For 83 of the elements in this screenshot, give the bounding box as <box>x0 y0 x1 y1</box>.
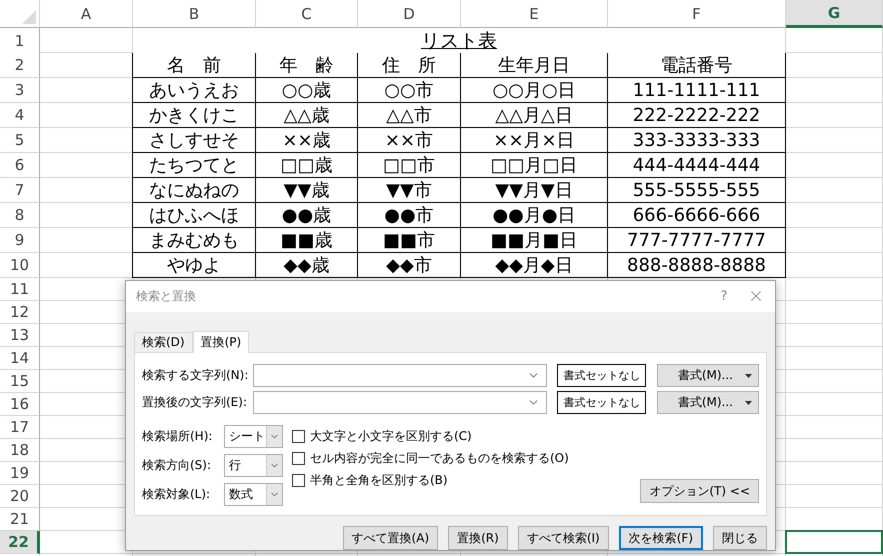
table-cell: ◆◆月◆日 <box>461 253 608 278</box>
column-label: 電話番号 <box>608 53 786 78</box>
input-field[interactable] <box>253 364 548 388</box>
table-cell: ○○歳 <box>256 78 358 103</box>
checkbox-label: 大文字と小文字を区別する(C) <box>310 428 472 445</box>
tab[interactable]: 置換(P) <box>192 331 250 354</box>
checkbox[interactable] <box>292 474 305 487</box>
dialog-title: 検索と置換 <box>136 288 197 305</box>
table-cell: ○○市 <box>358 78 461 103</box>
tab[interactable]: 検索(D) <box>134 332 193 352</box>
format-button[interactable]: 書式(M)... <box>657 391 759 414</box>
caret-icon <box>744 400 752 405</box>
table-cell: 333-3333-333 <box>608 128 786 153</box>
table-cell: 888-8888-8888 <box>608 253 786 278</box>
table-cell: あいうえお <box>132 78 256 103</box>
table-cell: ◆◆歳 <box>256 253 358 278</box>
active-cell[interactable] <box>785 530 883 554</box>
input-field[interactable] <box>253 391 548 414</box>
field-label: 置換後の文字列(E): <box>142 394 248 412</box>
caret-icon <box>744 374 752 378</box>
field-label: 検索する文字列(N): <box>142 367 250 384</box>
table-cell: ■■歳 <box>256 228 358 253</box>
table-cell: ●●歳 <box>256 203 358 228</box>
help-button[interactable]: ? <box>709 288 739 304</box>
table-cell: ▼▼月▼日 <box>461 178 608 203</box>
table-cell: たちつてと <box>132 153 256 178</box>
table-cell: 555-5555-555 <box>608 178 786 203</box>
table-cell: □□月□日 <box>461 153 608 178</box>
table-cell: △△月△日 <box>461 103 608 128</box>
checkbox[interactable] <box>292 430 305 443</box>
table-cell: まみむめも <box>132 228 256 253</box>
checkbox[interactable] <box>292 452 305 465</box>
table-cell: 111-1111-111 <box>608 78 786 103</box>
column-header[interactable]: G <box>786 0 883 28</box>
options-button[interactable]: オプション(T) << <box>640 479 759 504</box>
dropdown[interactable]: 数式 <box>224 483 283 506</box>
table-cell: なにぬねの <box>132 178 256 203</box>
dialog-button[interactable]: 置換(R) <box>448 526 508 550</box>
table-cell: △△市 <box>358 103 461 128</box>
format-preview: 書式セットなし <box>557 364 646 388</box>
table-cell: やゆよ <box>132 253 256 278</box>
table-cell: ××歳 <box>256 128 358 153</box>
row-header[interactable]: 2 <box>0 53 40 78</box>
table-cell: ●●市 <box>358 203 461 228</box>
format-preview: 書式セットなし <box>557 391 646 414</box>
table-cell: △△歳 <box>256 103 358 128</box>
row-header[interactable]: 1 <box>0 28 40 55</box>
sheet-title: リスト表 <box>133 28 786 55</box>
table-cell: はひふへほ <box>132 203 256 228</box>
dialog-button[interactable]: すべて検索(I) <box>518 526 609 550</box>
column-label: 生年月日 <box>461 53 608 78</box>
table-cell: ◆◆市 <box>358 253 461 278</box>
column-label: 住 所 <box>358 53 461 78</box>
table-cell: ○○月○日 <box>461 78 608 103</box>
column-label: 名 前 <box>132 53 256 78</box>
table-cell: 777-7777-7777 <box>608 228 786 253</box>
format-button[interactable]: 書式(M)... <box>657 364 759 388</box>
option-label: 検索対象(L): <box>142 486 212 504</box>
table-cell: 222-2222-222 <box>608 103 786 128</box>
dialog-button[interactable]: 次を検索(F) <box>618 526 703 550</box>
checkbox-label: セル内容が完全に同一であるものを検索する(O) <box>310 450 569 467</box>
dialog-button[interactable]: すべて置換(A) <box>342 526 438 550</box>
row-header[interactable]: 22 <box>0 531 40 554</box>
dialog-button[interactable]: 閉じる <box>713 526 767 550</box>
table-cell: ▼▼市 <box>358 178 461 203</box>
checkbox-label: 半角と全角を区別する(B) <box>310 472 448 489</box>
table-cell: 666-6666-666 <box>608 203 786 228</box>
table-cell: ■■月■日 <box>461 228 608 253</box>
dropdown[interactable]: シート <box>224 425 283 448</box>
table-cell: ▼▼歳 <box>256 178 358 203</box>
option-label: 検索場所(H): <box>142 428 214 446</box>
table-cell: ●●月●日 <box>461 203 608 228</box>
table-cell: さしすせそ <box>132 128 256 153</box>
table-cell: □□市 <box>358 153 461 178</box>
table-cell: かきくけこ <box>132 103 256 128</box>
table-cell: □□歳 <box>256 153 358 178</box>
table-cell: ××市 <box>358 128 461 153</box>
table-cell: 444-4444-444 <box>608 153 786 178</box>
dropdown[interactable]: 行 <box>224 454 283 478</box>
table-cell: ■■市 <box>358 228 461 253</box>
table-cell: ××月×日 <box>461 128 608 153</box>
column-label: 年 齢 <box>256 53 358 78</box>
option-label: 検索方向(S): <box>142 457 212 474</box>
